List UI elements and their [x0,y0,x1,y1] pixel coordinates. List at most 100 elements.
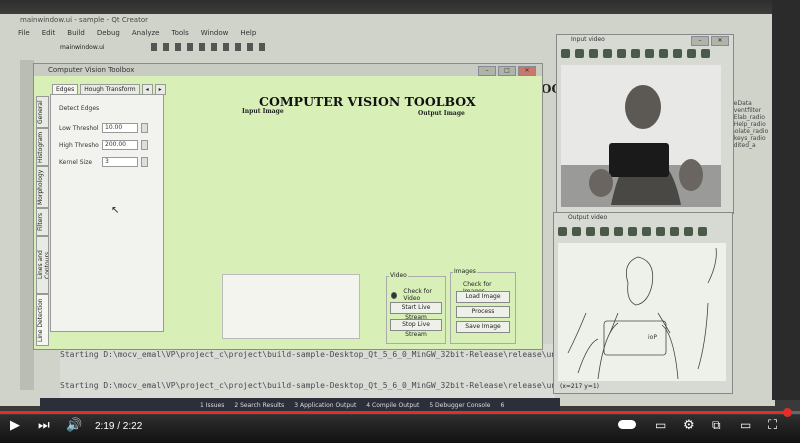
arrow-up-icon[interactable] [586,227,595,236]
tab-compile-output[interactable]: 4 Compile Output [366,402,419,409]
spin-arrows-icon[interactable] [141,123,148,133]
high-threshold-input[interactable]: 200.00 [102,140,138,150]
theater-icon[interactable]: ▭ [740,418,751,432]
tab-search-results[interactable]: 2 Search Results [234,402,284,409]
arrow-right-icon[interactable] [572,227,581,236]
edges-panel: Detect Edges Low Threshol 10.00 High Thr… [50,94,164,332]
expand-icon[interactable] [684,227,693,236]
toolbar-icon[interactable] [246,43,253,51]
zoom-in-icon[interactable] [642,227,651,236]
save-image-button[interactable]: Save Image [456,321,510,333]
zoom-out-icon[interactable] [659,49,668,58]
toolbar-icon[interactable] [174,43,181,51]
input-image-label: Input Image [242,108,284,115]
spin-arrows-icon[interactable] [141,157,148,167]
zoom-out-icon[interactable] [656,227,665,236]
menu-debug[interactable]: Debug [97,29,120,39]
kernel-size-input[interactable]: 3 [102,157,138,167]
tab-debugger-console[interactable]: 5 Debugger Console [429,402,490,409]
arrow-up-icon[interactable] [589,49,598,58]
volume-icon[interactable]: 🔊 [66,418,82,433]
close-icon[interactable]: ✕ [518,66,536,76]
toolbar-icon[interactable] [150,43,157,51]
zoom-fit-icon[interactable] [670,227,679,236]
mouse-cursor-icon: ↖ [111,205,120,216]
properties-icon[interactable] [628,227,637,236]
radio-icon[interactable] [391,291,398,299]
kernel-size-row: Kernel Size 3 [59,157,148,167]
side-tab-histogram[interactable]: Histogram [36,128,49,166]
toolbar-icon[interactable] [234,43,241,51]
side-tab-lines-contours[interactable]: Lines and Contours [36,236,49,294]
toolbox-titlebar[interactable]: Computer Vision Toolbox – □ ✕ [34,64,542,76]
minimize-icon[interactable]: – [478,66,496,76]
subtitles-icon[interactable]: ▭ [655,418,666,432]
miniplayer-icon[interactable]: ⧉ [712,418,721,433]
zoom-in-icon[interactable] [645,49,654,58]
application-output: Starting D:\mocv_emal\VP\project_c\proje… [60,344,555,398]
side-tab-filters[interactable]: Filters [36,208,49,236]
toolbar-icon[interactable] [258,43,265,51]
pin-icon[interactable] [701,49,710,58]
menu-help[interactable]: Help [240,29,256,39]
next-icon[interactable]: ⏭ [38,418,50,433]
property-label: eElab_radio [730,114,765,121]
tab-more[interactable]: 6 [500,402,504,409]
menu-window[interactable]: Window [201,29,229,39]
tab-application-output[interactable]: 3 Application Output [294,402,356,409]
arrow-left-icon[interactable] [561,49,570,58]
qt-toolbar: mainwindow.ui [60,41,540,53]
maximize-icon[interactable]: □ [498,66,516,76]
load-image-button[interactable]: Load Image [456,291,510,303]
pin-icon[interactable] [698,227,707,236]
autoplay-toggle[interactable] [618,420,636,429]
menu-build[interactable]: Build [67,29,85,39]
toolbar-icon[interactable] [198,43,205,51]
menu-analyze[interactable]: Analyze [132,29,160,39]
save-icon[interactable] [614,227,623,236]
output-video-toolbar [558,227,707,236]
output-video-title: Output video [568,214,608,221]
video-group: Video Check for Video Start Live Stream … [386,272,446,344]
output-video-window: Output video ioP (x=217 y=1) [553,212,733,394]
scrubber-handle[interactable] [783,408,792,417]
close-icon[interactable]: ✕ [711,36,729,46]
toolbox-window: Computer Vision Toolbox – □ ✕ Edges Houg… [33,63,543,350]
process-button[interactable]: Process [456,306,510,318]
toolbar-icon[interactable] [186,43,193,51]
menu-file[interactable]: File [18,29,30,39]
minimize-icon[interactable]: – [691,36,709,46]
properties-icon[interactable] [631,49,640,58]
arrow-down-icon[interactable] [600,227,609,236]
side-tab-general[interactable]: General [36,96,49,128]
low-threshold-input[interactable]: 10.00 [102,123,138,133]
check-video-row[interactable]: Check for Video [391,288,445,302]
high-threshold-row: High Thresho 200.00 [59,140,148,150]
window-controls: – ✕ [691,36,729,46]
side-tab-line-detection[interactable]: Line Detection [36,294,49,346]
start-live-stream-button[interactable]: Start Live Stream [390,302,442,321]
side-tab-morphology[interactable]: Morphology [36,166,49,208]
menu-edit[interactable]: Edit [42,29,56,39]
arrow-left-icon[interactable] [558,227,567,236]
save-icon[interactable] [617,49,626,58]
toolbar-icon[interactable] [162,43,169,51]
expand-icon[interactable] [687,49,696,58]
menu-tools[interactable]: Tools [171,29,188,39]
progress-fill [0,411,788,414]
file-tab[interactable]: mainwindow.ui [60,44,105,51]
image-preview [222,274,360,339]
property-label: ueData [730,100,752,107]
toolbar-icon[interactable] [210,43,217,51]
svg-text:ioP: ioP [648,334,657,341]
arrow-right-icon[interactable] [575,49,584,58]
tab-issues[interactable]: 1 Issues [200,402,224,409]
play-icon[interactable]: ▶ [10,418,20,433]
spin-arrows-icon[interactable] [141,140,148,150]
fullscreen-icon[interactable]: ⛶ [768,418,777,433]
arrow-down-icon[interactable] [603,49,612,58]
settings-icon[interactable]: ⚙ [683,418,695,433]
stop-live-stream-button[interactable]: Stop Live Stream [390,319,442,338]
toolbar-icon[interactable] [222,43,229,51]
zoom-fit-icon[interactable] [673,49,682,58]
